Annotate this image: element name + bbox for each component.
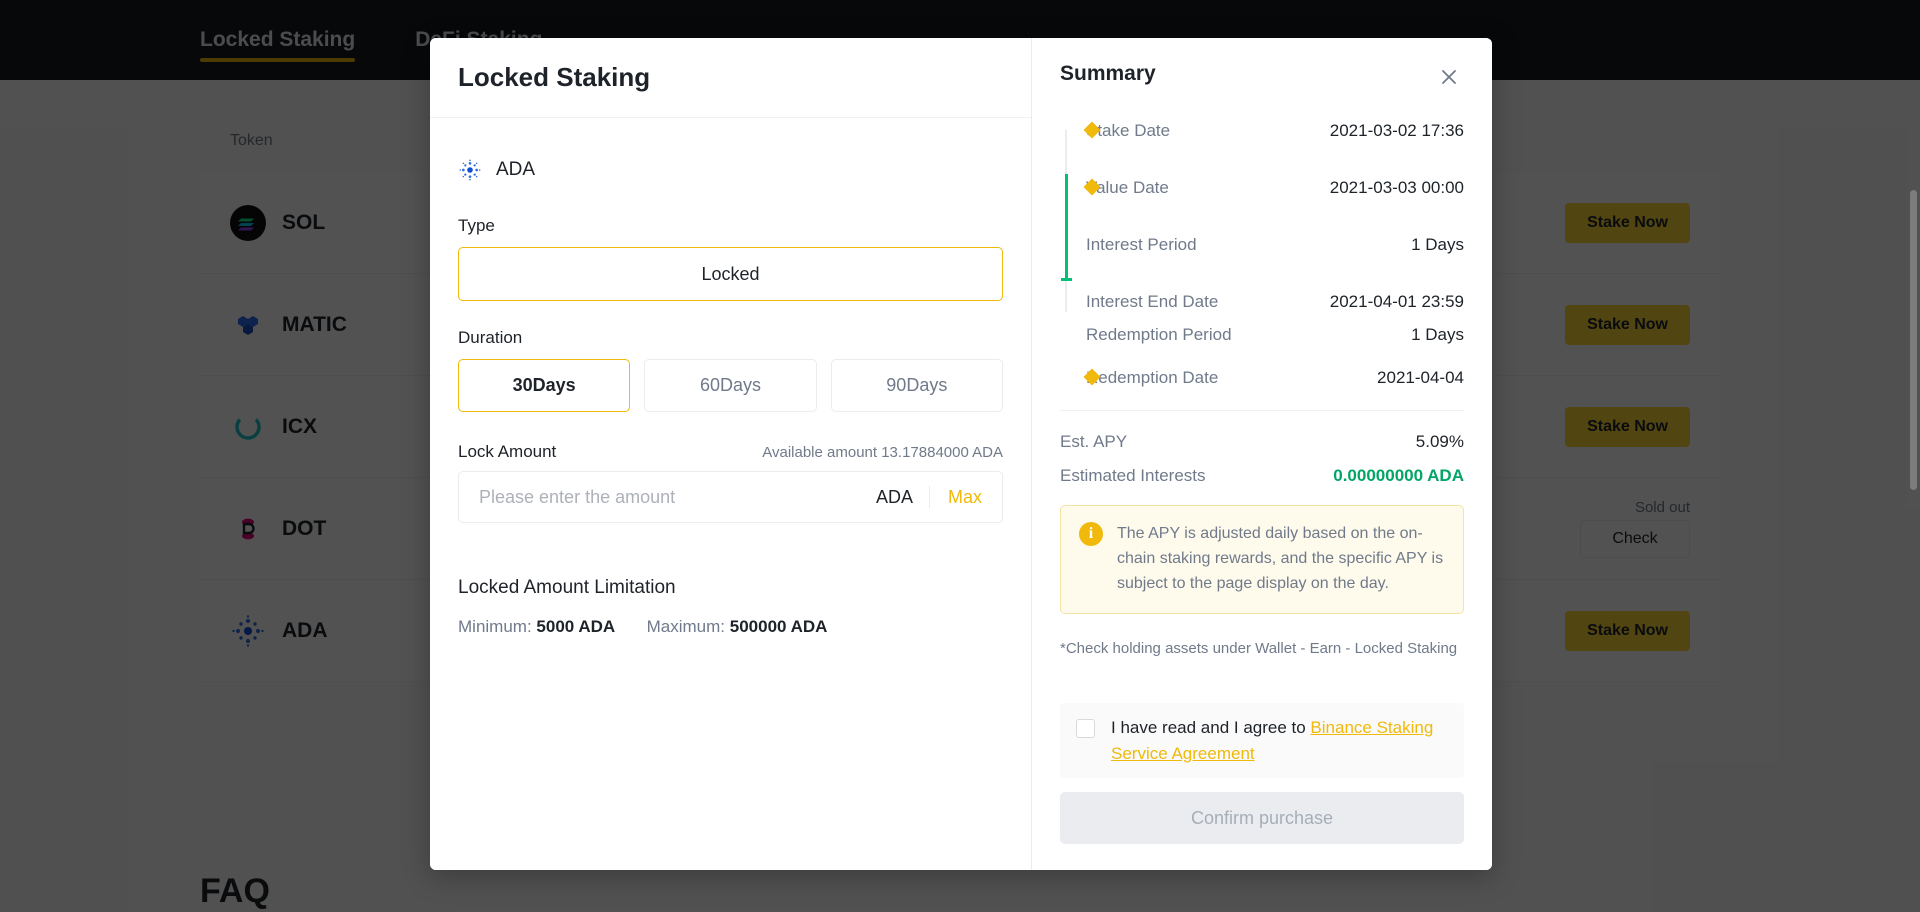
timeline-end-cap (1061, 278, 1072, 281)
modal-title: Locked Staking (458, 62, 651, 92)
timeline-active-segment (1065, 174, 1068, 280)
estimated-interests-row: Estimated Interests 0.00000000 ADA (1060, 459, 1464, 493)
timeline-row-interest-end-date: Interest End Date 2021-04-01 23:59 (1086, 285, 1464, 318)
max-button[interactable]: Max (930, 487, 982, 508)
apy-notice-text: The APY is adjusted daily based on the o… (1117, 525, 1444, 592)
available-amount: Available amount 13.17884000 ADA (762, 444, 1003, 461)
duration-option-label: 60Days (699, 375, 761, 395)
staking-timeline: Stake Date 2021-03-02 17:36 Value Date 2… (1060, 114, 1464, 394)
type-locked-option[interactable]: Locked (458, 247, 1003, 301)
timeline-value: 2021-03-02 17:36 (1329, 120, 1464, 140)
duration-option-90days[interactable]: 90Days (830, 359, 1003, 412)
minimum-value: 5000 ADA (536, 617, 616, 636)
timeline-value: 1 Days (1411, 324, 1464, 344)
agreement-row[interactable]: I have read and I agree to Binance Staki… (1060, 703, 1464, 778)
apy-notice: i The APY is adjusted daily based on the… (1060, 505, 1464, 614)
duration-label: Duration (458, 328, 523, 347)
agreement-checkbox[interactable] (1076, 719, 1095, 738)
lock-amount-header: Lock Amount Available amount 13.17884000… (458, 442, 1003, 462)
timeline-row-value-date: Value Date 2021-03-03 00:00 (1083, 171, 1464, 204)
timeline-value: 1 Days (1411, 234, 1464, 254)
wallet-footnote: *Check holding assets under Wallet - Ear… (1060, 639, 1458, 657)
summary-title: Summary (1060, 62, 1156, 85)
duration-option-label: 90Days (886, 375, 948, 395)
timeline-label: Redemption Period (1086, 324, 1232, 344)
modal-right-panel: Summary Stake Date 2021-03-02 17:36 Valu… (1032, 38, 1492, 870)
modal-header: Locked Staking (430, 38, 1031, 118)
page-scrollbar[interactable] (1910, 190, 1917, 490)
timeline-value: 2021-04-01 23:59 (1329, 291, 1464, 311)
close-icon[interactable] (1434, 62, 1464, 92)
type-label: Type (458, 216, 495, 235)
agreement-text: I have read and I agree to Binance Staki… (1111, 715, 1448, 766)
limitation-values: Minimum: 5000 ADA Maximum: 500000 ADA (458, 617, 1003, 637)
modal-left-panel: Locked Staking ADA Type Locked Duration … (430, 38, 1032, 870)
timeline-row-interest-period: Interest Period 1 Days (1086, 228, 1464, 261)
est-apy-row: Est. APY 5.09% (1060, 425, 1464, 459)
minimum-label: Minimum: (458, 617, 532, 636)
timeline-label: Interest Period (1086, 234, 1197, 254)
ada-icon (459, 159, 481, 181)
summary-divider (1060, 410, 1464, 411)
selected-coin: ADA (458, 158, 1003, 182)
timeline-value: 2021-04-04 (1377, 367, 1464, 387)
est-apy-label: Est. APY (1060, 432, 1128, 451)
timeline-value: 2021-03-03 00:00 (1329, 177, 1464, 197)
timeline-row-redemption-period: Redemption Period 1 Days (1086, 318, 1464, 351)
modal-form: ADA Type Locked Duration 30Days 60Days 9… (430, 118, 1031, 665)
timeline-label: Interest End Date (1086, 291, 1219, 311)
maximum-value: 500000 ADA (729, 617, 828, 636)
confirm-purchase-button[interactable]: Confirm purchase (1060, 792, 1464, 844)
est-apy-value: 5.09% (1415, 432, 1464, 451)
duration-option-60days[interactable]: 60Days (644, 359, 817, 412)
duration-option-label: 30Days (512, 375, 576, 395)
timeline-row-stake-date: Stake Date 2021-03-02 17:36 (1083, 114, 1464, 147)
selected-coin-label: ADA (496, 159, 536, 180)
summary-header: Summary (1060, 62, 1464, 92)
lock-amount-input[interactable] (479, 486, 876, 508)
maximum-label: Maximum: (646, 617, 726, 636)
close-icon-glyph (1442, 70, 1456, 84)
estimated-interests-value: 0.00000000 ADA (1333, 466, 1464, 485)
limitation-title: Locked Amount Limitation (458, 577, 676, 598)
type-value: Locked (701, 263, 760, 284)
locked-staking-modal: Locked Staking ADA Type Locked Duration … (430, 38, 1492, 870)
lock-amount-input-row[interactable]: ADA Max (458, 471, 1003, 523)
timeline-row-redemption-date: Redemption Date 2021-04-04 (1083, 361, 1464, 394)
lock-amount-label: Lock Amount (458, 442, 557, 461)
duration-option-30days[interactable]: 30Days (458, 359, 631, 412)
estimated-interests-label: Estimated Interests (1060, 466, 1206, 485)
agreement-prefix: I have read and I agree to (1111, 718, 1311, 737)
info-icon: i (1079, 522, 1103, 546)
page-root: Locked Staking DeFi Staking Token (0, 0, 1920, 912)
amount-unit-label: ADA (875, 486, 913, 507)
duration-options: 30Days 60Days 90Days (458, 359, 1003, 412)
timeline-label: Redemption Date (1086, 367, 1219, 387)
